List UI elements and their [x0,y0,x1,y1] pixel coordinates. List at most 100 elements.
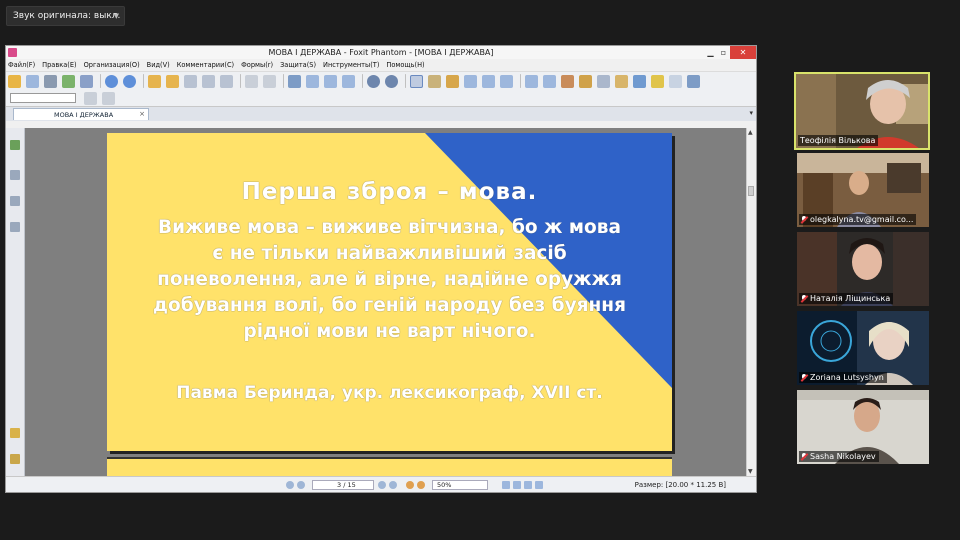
redo-icon[interactable] [263,74,276,88]
toolbar-divider [362,74,363,88]
continuous-icon[interactable] [513,481,521,489]
toolbar-divider [283,74,284,88]
pencil-icon[interactable] [543,74,556,88]
next-page-icon[interactable] [378,481,386,489]
menu-bar: Файл(F) Правка(E) Организация(O) Вид(V) … [6,59,756,71]
continuous-facing-icon[interactable] [535,481,543,489]
menu-view[interactable]: Вид(V) [147,61,170,69]
note-icon[interactable] [651,74,664,88]
select-annotation-icon[interactable] [464,74,477,88]
zoom-out-icon[interactable] [367,74,380,88]
edit-text-icon[interactable] [482,74,495,88]
participant-tile[interactable]: Zoriana Lutsyshyn [797,311,929,385]
minimize-button[interactable]: ▁ [704,46,717,59]
participant-tile[interactable]: Теофілія Вількова [794,72,930,150]
document-tab-bar: МОВА І ДЕРЖАВА × ▾ [6,106,756,121]
extract-page-icon[interactable] [202,74,215,88]
close-tab-icon[interactable]: × [139,110,145,118]
toolbar-divider [405,74,406,88]
scroll-thumb[interactable] [748,186,754,196]
typewriter-icon[interactable] [615,74,628,88]
single-page-icon[interactable] [502,481,510,489]
actual-size-icon[interactable] [342,74,355,88]
back-icon[interactable] [105,74,118,88]
open-icon[interactable] [8,74,21,88]
menu-protect[interactable]: Защита(S) [280,61,316,69]
hand-tool-icon[interactable] [410,74,423,88]
document-area[interactable]: Перша зброя – мова. Виживе мова – виживе… [6,128,756,489]
find-field[interactable] [10,93,76,103]
menu-tools[interactable]: Инструменты(T) [323,61,379,69]
participant-name: Наталія Ліщинська [810,294,891,303]
menu-file[interactable]: Файл(F) [8,61,35,69]
participant-name: Zoriana Lutsyshyn [810,373,884,382]
participant-tile[interactable]: Наталія Ліщинська [797,232,929,306]
next-view-icon[interactable] [166,74,179,88]
stamp-icon[interactable] [561,74,574,88]
email-icon[interactable] [62,74,75,88]
textbox-icon[interactable] [525,74,538,88]
scroll-up-icon[interactable]: ▲ [748,129,753,136]
bookmarks-icon[interactable] [10,140,20,150]
prev-view-icon[interactable] [148,74,161,88]
participant-tile[interactable]: olegkalyna.tv@gmail.co... [797,153,929,227]
undo-icon[interactable] [245,74,258,88]
find-next-icon[interactable] [102,91,115,105]
status-bar: 3 / 15 50% Размер: [20.00 * 11.25 В] [6,476,756,492]
snapshot-icon[interactable] [446,74,459,88]
next-view-status-icon[interactable] [417,481,425,489]
prev-view-status-icon[interactable] [406,481,414,489]
maximize-button[interactable]: ▫ [717,46,730,59]
edit-object-icon[interactable] [500,74,513,88]
menu-organize[interactable]: Организация(O) [84,61,140,69]
measure-icon[interactable] [633,74,646,88]
fit-page-icon[interactable] [306,74,319,88]
muted-mic-icon [801,215,807,224]
security-icon[interactable] [10,454,20,464]
sign-icon[interactable] [597,74,610,88]
attachments-icon[interactable] [10,428,20,438]
arrow-icon[interactable] [687,74,700,88]
zoom-in-icon[interactable] [385,74,398,88]
quote-line: рідної мови не варт нічого. [243,321,536,342]
layers-icon[interactable] [10,196,20,206]
participant-tile[interactable]: Sasha Nikolayev [797,390,929,464]
comments-icon[interactable] [10,222,20,232]
tab-list-icon[interactable]: ▾ [749,109,753,117]
zoom-icon[interactable] [288,74,301,88]
menu-comments[interactable]: Комментарии(C) [177,61,234,69]
select-text-icon[interactable] [428,74,441,88]
prev-page-icon[interactable] [297,481,305,489]
first-page-icon[interactable] [286,481,294,489]
window-title: МОВА І ДЕРЖАВА - Foxit Phantom - [МОВА І… [268,48,494,57]
pages-icon[interactable] [10,170,20,180]
rotate-icon[interactable] [220,74,233,88]
forward-icon[interactable] [123,74,136,88]
last-page-icon[interactable] [389,481,397,489]
menu-forms[interactable]: Формы(r) [241,61,273,69]
quote-line: Виживе мова – виживе вітчизна, бо ж мова [158,217,621,238]
menu-edit[interactable]: Правка(E) [42,61,76,69]
facing-icon[interactable] [524,481,532,489]
close-button[interactable]: ✕ [730,46,756,59]
page-number-field[interactable]: 3 / 15 [312,480,374,490]
menu-help[interactable]: Помощь(H) [386,61,424,69]
original-audio-dropdown[interactable]: Звук оригинала: выкл. ▼ [6,6,125,26]
highlight-icon[interactable] [669,74,682,88]
scan-icon[interactable] [80,74,93,88]
participant-name: Теофілія Вількова [800,136,876,145]
fit-width-icon[interactable] [324,74,337,88]
vertical-scrollbar[interactable]: ▲ ▼ [746,128,756,476]
scroll-down-icon[interactable]: ▼ [748,468,753,475]
insert-page-icon[interactable] [184,74,197,88]
quote-line: добування волі, бо геній народу без буян… [153,295,626,316]
zoom-select[interactable]: 50% [432,480,488,490]
save-icon[interactable] [26,74,39,88]
participant-name-tag: Теофілія Вількова [798,135,879,146]
tab-document[interactable]: МОВА І ДЕРЖАВА × [13,108,149,120]
participant-name-tag: olegkalyna.tv@gmail.co... [799,214,917,225]
find-prev-icon[interactable] [84,91,97,105]
attach-icon[interactable] [579,74,592,88]
toolbar-divider [143,74,144,88]
print-icon[interactable] [44,74,57,88]
